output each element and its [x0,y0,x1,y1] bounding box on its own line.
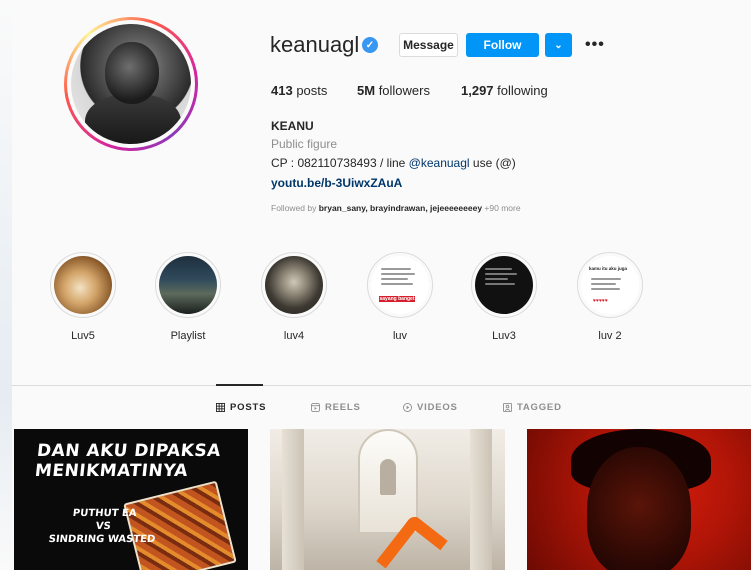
post-thumbnail[interactable] [527,429,751,570]
highlight-luv5[interactable]: Luv5 [50,252,116,342]
highlight-luv-2[interactable]: kamu itu aku juga ♥♥♥♥♥ luv 2 [577,252,643,342]
tab-reels[interactable]: REELS [311,402,361,413]
side-watermark [0,0,12,570]
active-tab-indicator [216,384,263,386]
posts-count: 413 posts [271,83,328,98]
post-cover-subtitle: PUTHUT EA VS SINDRING WASTED [48,508,156,545]
avatar-image [71,24,191,144]
highlight-note-banner: sayang banget [379,296,415,302]
highlight-cover [475,256,533,314]
tab-videos[interactable]: VIDEOS [403,402,458,413]
profile-bio: CP : 082110738493 / line @keanuagl use (… [271,156,516,170]
verified-badge-icon: ✓ [362,37,378,53]
highlight-playlist[interactable]: Playlist [155,252,221,342]
follow-button[interactable]: Follow [466,33,539,57]
more-options-button[interactable]: ••• [585,36,605,54]
grid-icon [216,403,225,412]
tabs-divider [12,385,751,386]
tag-icon [503,403,512,412]
highlight-cover: kamu itu aku juga ♥♥♥♥♥ [581,256,639,314]
profile-full-name: KEANU [271,119,314,133]
followers-count[interactable]: 5M followers [357,83,430,98]
profile-avatar[interactable] [64,17,198,151]
message-button[interactable]: Message [399,33,458,57]
following-count[interactable]: 1,297 following [461,83,548,98]
bio-mention-link[interactable]: @keanuagl [409,156,470,170]
chevron-down-icon: ⌄ [554,39,563,51]
highlight-luv4[interactable]: luv4 [261,252,327,342]
highlight-cover: sayang banget [371,256,429,314]
post-cover-text: DAN AKU DIPAKSA MENIKMATINYA [33,441,222,481]
profile-category: Public figure [271,137,338,151]
profile-username: keanuagl [270,32,360,57]
post-thumbnail[interactable]: DAN AKU DIPAKSA MENIKMATINYA PUTHUT EA V… [14,429,248,570]
highlight-cover [159,256,217,314]
portrait-image [587,447,691,570]
highlight-luv3[interactable]: Luv3 [471,252,537,342]
post-thumbnail[interactable] [270,429,505,570]
reels-icon [311,403,320,412]
suggested-accounts-button[interactable]: ⌄ [545,33,572,57]
play-icon [403,403,412,412]
tab-posts[interactable]: POSTS [216,402,266,413]
highlight-luv[interactable]: sayang banget luv [367,252,433,342]
profile-external-link[interactable]: youtu.be/b-3UiwxZAuA [271,176,402,190]
followed-by[interactable]: Followed by bryan_sany, brayindrawan, je… [271,203,521,213]
highlight-cover [54,256,112,314]
tab-tagged[interactable]: TAGGED [503,402,562,413]
highlight-cover [265,256,323,314]
statue-image [380,459,396,495]
